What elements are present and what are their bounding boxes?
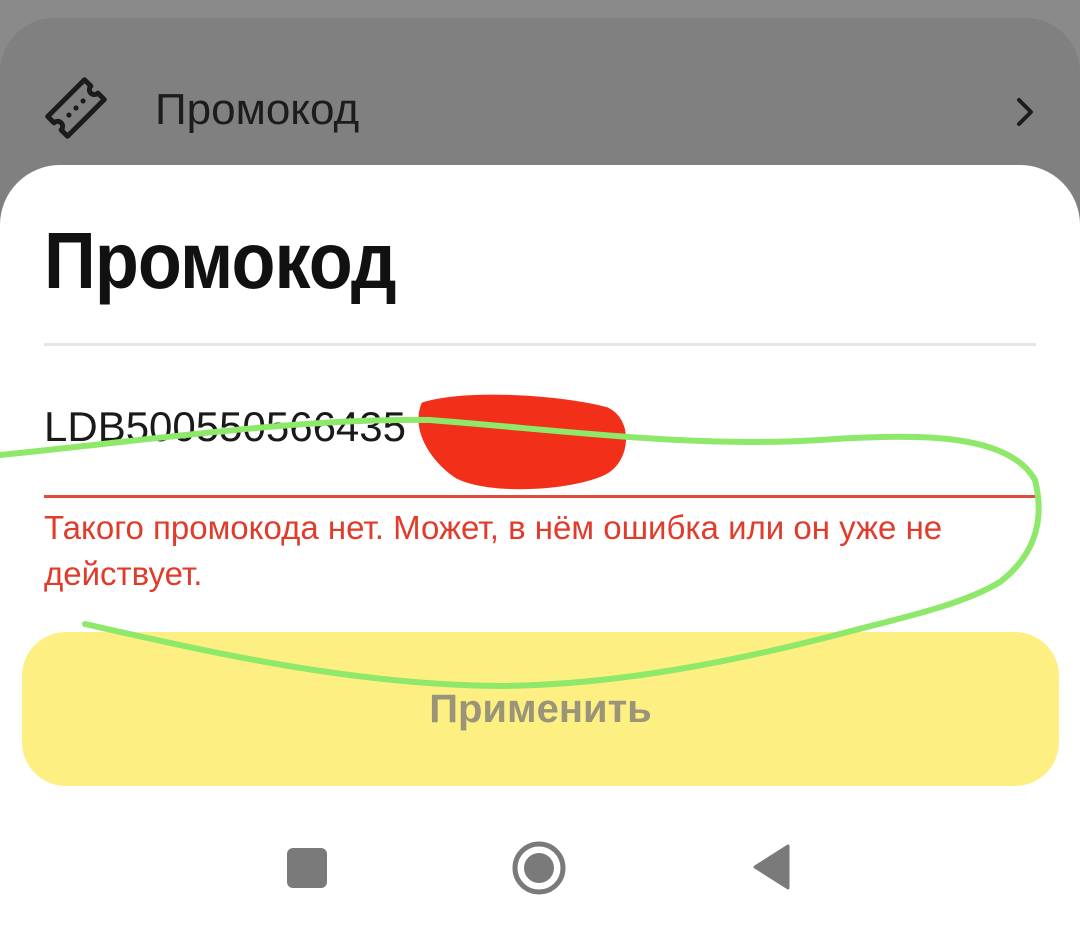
chevron-right-icon [1010, 92, 1040, 132]
system-nav-bar [0, 815, 1080, 925]
divider [44, 343, 1036, 346]
square-icon[interactable] [287, 848, 327, 888]
sheet-title: Промокод [44, 216, 397, 305]
promo-code-row[interactable]: Промокод [0, 58, 1080, 168]
back-triangle-icon[interactable] [752, 843, 792, 891]
input-error-underline [44, 495, 1036, 498]
error-message: Такого промокода нет. Может, в нём ошибк… [44, 509, 943, 592]
promo-code-sheet: Промокод Такого промокода нет. Может, в … [0, 165, 1080, 935]
promo-code-row-label: Промокод [155, 85, 360, 134]
promo-code-input[interactable] [44, 397, 1024, 457]
home-circle-icon[interactable] [511, 840, 567, 896]
ticket-icon [44, 76, 108, 140]
apply-button[interactable]: Применить [22, 632, 1059, 786]
